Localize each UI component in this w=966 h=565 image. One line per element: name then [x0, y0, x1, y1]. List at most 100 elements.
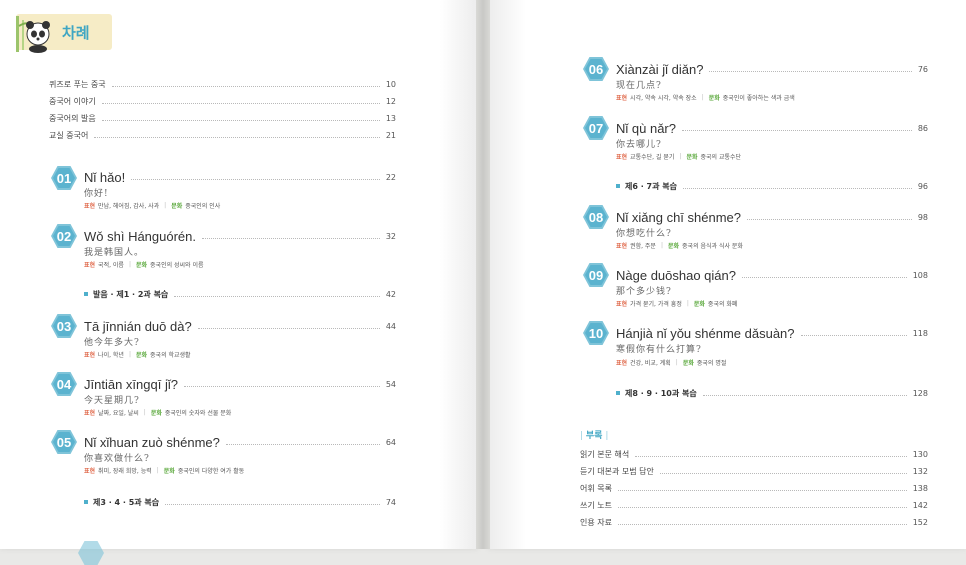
lesson-title: Hánjià nǐ yǒu shénme dǎsuàn?: [616, 326, 795, 341]
review-entry[interactable]: 제8 · 9 · 10과 복습 128: [616, 388, 928, 399]
bullet-square-icon: [84, 500, 88, 504]
lesson-hanzi: 他今年多大?: [84, 338, 140, 348]
review-entry[interactable]: 발음 · 제1 · 2과 복습 42: [84, 289, 396, 300]
toc-item-label: 인용 자료: [580, 518, 612, 527]
toc-page-number: 54: [385, 380, 396, 389]
lesson-topics: 표현 건강, 비교, 계획 | 문화 중국의 명절: [616, 359, 727, 367]
lesson-title: Tā jīnnián duō dà?: [84, 319, 192, 334]
lesson-hanzi: 你想吃什么?: [616, 229, 672, 239]
toc-page-number: 12: [385, 97, 396, 106]
toc-page-number: 108: [912, 271, 928, 280]
appendix-item[interactable]: 어휘 목록 138: [580, 483, 928, 494]
lesson-number-badge: 08: [583, 205, 609, 229]
lesson-title: Nǐ xǐhuan zuò shénme?: [84, 435, 220, 450]
toc-item-label: 퀴즈로 푸는 중국: [49, 80, 106, 89]
lesson-number-badge: 09: [583, 263, 609, 287]
lesson-topics: 표현 교통수단, 길 묻기 | 문화 중국의 교통수단: [616, 153, 742, 161]
toc-page-number: 118: [912, 329, 928, 338]
toc-page-number: 86: [917, 124, 928, 133]
lesson-hanzi: 你喜欢做什么?: [84, 454, 150, 464]
review-label: 제3 · 4 · 5과 복습: [93, 498, 160, 507]
toc-page-number: 98: [917, 213, 928, 222]
toc-intro-item[interactable]: 퀴즈로 푸는 중국 10: [49, 79, 396, 90]
toc-item-label: 교실 중국어: [49, 131, 89, 140]
toc-page-number: 22: [385, 173, 396, 182]
toc-page-number: 132: [912, 467, 928, 476]
toc-page-number: 130: [912, 450, 928, 459]
toc-page-number: 142: [912, 501, 928, 510]
lesson-title: Nǐ xiǎng chī shénme?: [616, 210, 742, 225]
toc-page-number: 32: [385, 232, 396, 241]
toc-intro-item[interactable]: 중국어 이야기 12: [49, 96, 396, 107]
lesson-hanzi: 你去哪儿?: [616, 140, 662, 150]
review-entry[interactable]: 제3 · 4 · 5과 복습 74: [84, 497, 396, 508]
toc-page-number: 21: [385, 131, 396, 140]
lesson-entry[interactable]: Xiànzài jǐ diǎn? 76: [616, 62, 928, 77]
toc-page-number: 13: [385, 114, 396, 123]
lesson-topics: 표현 취미, 장래 희망, 능력 | 문화 중국인의 다양한 여가 활동: [84, 467, 245, 475]
review-label: 제6 · 7과 복습: [625, 182, 677, 191]
lesson-topics: 표현 날짜, 요일, 날씨 | 문화 중국인의 숫자와 선물 문화: [84, 409, 232, 417]
lesson-topics: 표현 권함, 주문 | 문화 중국의 음식과 식사 문화: [616, 242, 743, 250]
book-gutter: [476, 0, 490, 549]
appendix-item[interactable]: 듣기 대본과 모범 답안 132: [580, 466, 928, 477]
lesson-number-badge: 05: [51, 430, 77, 454]
lesson-hanzi: 我是韩国人。: [84, 248, 145, 258]
appendix-item[interactable]: 인용 자료 152: [580, 517, 928, 528]
lesson-entry[interactable]: Wǒ shì Hánguórén. 32: [84, 229, 396, 244]
lesson-title: Nǐ hǎo!: [84, 170, 126, 185]
lesson-entry[interactable]: Jīntiān xīngqī jǐ? 54: [84, 377, 396, 392]
lesson-hanzi: 你好!: [84, 189, 109, 199]
toc-intro-item[interactable]: 교실 중국어 21: [49, 130, 396, 141]
toc-page-number: 74: [385, 498, 396, 507]
toc-page-number: 96: [917, 182, 928, 191]
toc-item-label: 쓰기 노트: [580, 501, 612, 510]
lesson-entry[interactable]: Nǐ xiǎng chī shénme? 98: [616, 210, 928, 225]
lesson-entry[interactable]: Nǐ xǐhuan zuò shénme? 64: [84, 435, 396, 450]
lesson-entry[interactable]: Nǐ hǎo! 22: [84, 170, 396, 185]
toc-page-number: 42: [385, 290, 396, 299]
lesson-entry[interactable]: Hánjià nǐ yǒu shénme dǎsuàn? 118: [616, 326, 928, 341]
toc-page-number: 128: [912, 389, 928, 398]
lesson-hanzi: 寒假你有什么打算?: [616, 345, 702, 355]
toc-page-number: 64: [385, 438, 396, 447]
lesson-entry[interactable]: Tā jīnnián duō dà? 44: [84, 319, 396, 334]
toc-item-label: 중국어의 발음: [49, 114, 96, 123]
lesson-topics: 표현 시각, 약속 시각, 약속 장소 | 문화 중국인이 좋아하는 색과 금색: [616, 94, 795, 102]
review-label: 제8 · 9 · 10과 복습: [625, 389, 697, 398]
toc-page-number: 10: [385, 80, 396, 89]
lesson-entry[interactable]: Nàge duōshao qián? 108: [616, 268, 928, 283]
lesson-number-badge: 10: [583, 321, 609, 345]
partial-badge: [78, 541, 104, 565]
lesson-number-badge: 04: [51, 372, 77, 396]
toc-item-label: 읽기 본문 해석: [580, 450, 630, 459]
lesson-topics: 표현 국적, 이름 | 문화 중국인의 성씨와 이름: [84, 261, 204, 269]
review-label: 발음 · 제1 · 2과 복습: [93, 290, 169, 299]
lesson-title: Nàge duōshao qián?: [616, 268, 736, 283]
toc-item-label: 중국어 이야기: [49, 97, 96, 106]
review-entry[interactable]: 제6 · 7과 복습 96: [616, 181, 928, 192]
toc-page-number: 44: [385, 322, 396, 331]
appendix-item[interactable]: 쓰기 노트 142: [580, 500, 928, 511]
lesson-hanzi: 现在几点?: [616, 81, 662, 91]
toc-page-number: 138: [912, 484, 928, 493]
lesson-topics: 표현 만남, 헤어짐, 감사, 사과 | 문화 중국인의 인사: [84, 202, 221, 210]
toc-page-number: 76: [917, 65, 928, 74]
bullet-square-icon: [616, 391, 620, 395]
lesson-title: Nǐ qù nǎr?: [616, 121, 676, 136]
lesson-number-badge: 02: [51, 224, 77, 248]
lesson-number-badge: 03: [51, 314, 77, 338]
page-title: 차례: [62, 25, 90, 42]
lesson-number-badge: 01: [51, 166, 77, 190]
appendix-item[interactable]: 읽기 본문 해석 130: [580, 449, 928, 460]
toc-item-label: 어휘 목록: [580, 484, 612, 493]
bullet-square-icon: [84, 292, 88, 296]
appendix-heading: | 부록 |: [580, 431, 609, 441]
panda-bamboo-icon: [16, 16, 50, 53]
lesson-topics: 표현 나이, 학년 | 문화 중국의 학교생활: [84, 351, 191, 359]
lesson-hanzi: 那个多少钱?: [616, 287, 672, 297]
toc-intro-item[interactable]: 중국어의 발음 13: [49, 113, 396, 124]
lesson-hanzi: 今天星期几?: [84, 396, 140, 406]
lesson-entry[interactable]: Nǐ qù nǎr? 86: [616, 121, 928, 136]
bullet-square-icon: [616, 184, 620, 188]
